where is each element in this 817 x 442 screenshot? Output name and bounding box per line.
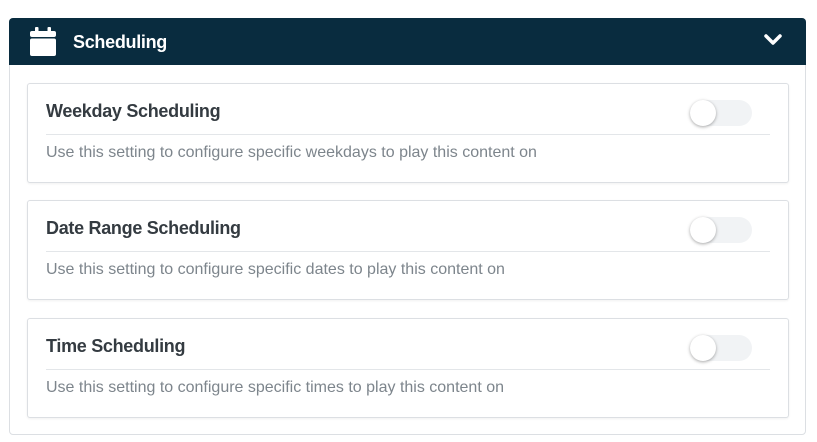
toggle-knob: [690, 217, 716, 243]
card-title: Weekday Scheduling: [46, 101, 221, 121]
card-divider: [46, 251, 770, 252]
panel-title: Scheduling: [73, 32, 168, 52]
chevron-down-icon[interactable]: [764, 33, 782, 47]
card-title: Date Range Scheduling: [46, 218, 241, 238]
toggle-knob: [690, 335, 716, 361]
time-scheduling-toggle[interactable]: [690, 335, 752, 361]
card-description: Use this setting to configure specific w…: [46, 144, 537, 161]
card-description: Use this setting to configure specific t…: [46, 379, 505, 396]
time-scheduling-card: Time Scheduling Use this setting to conf…: [27, 318, 789, 418]
date-range-scheduling-toggle[interactable]: [690, 217, 752, 243]
card-divider: [46, 134, 770, 135]
calendar-icon: [30, 27, 56, 56]
date-range-scheduling-card: Date Range Scheduling Use this setting t…: [27, 200, 789, 300]
weekday-scheduling-toggle[interactable]: [690, 100, 752, 126]
card-divider: [46, 369, 770, 370]
scheduling-panel: Scheduling Weekday Scheduling Use this s…: [9, 18, 806, 435]
scheduling-panel-header[interactable]: Scheduling: [9, 18, 806, 65]
weekday-scheduling-card: Weekday Scheduling Use this setting to c…: [27, 83, 789, 183]
card-description: Use this setting to configure specific d…: [46, 261, 505, 278]
card-title: Time Scheduling: [46, 336, 186, 356]
toggle-knob: [690, 100, 716, 126]
